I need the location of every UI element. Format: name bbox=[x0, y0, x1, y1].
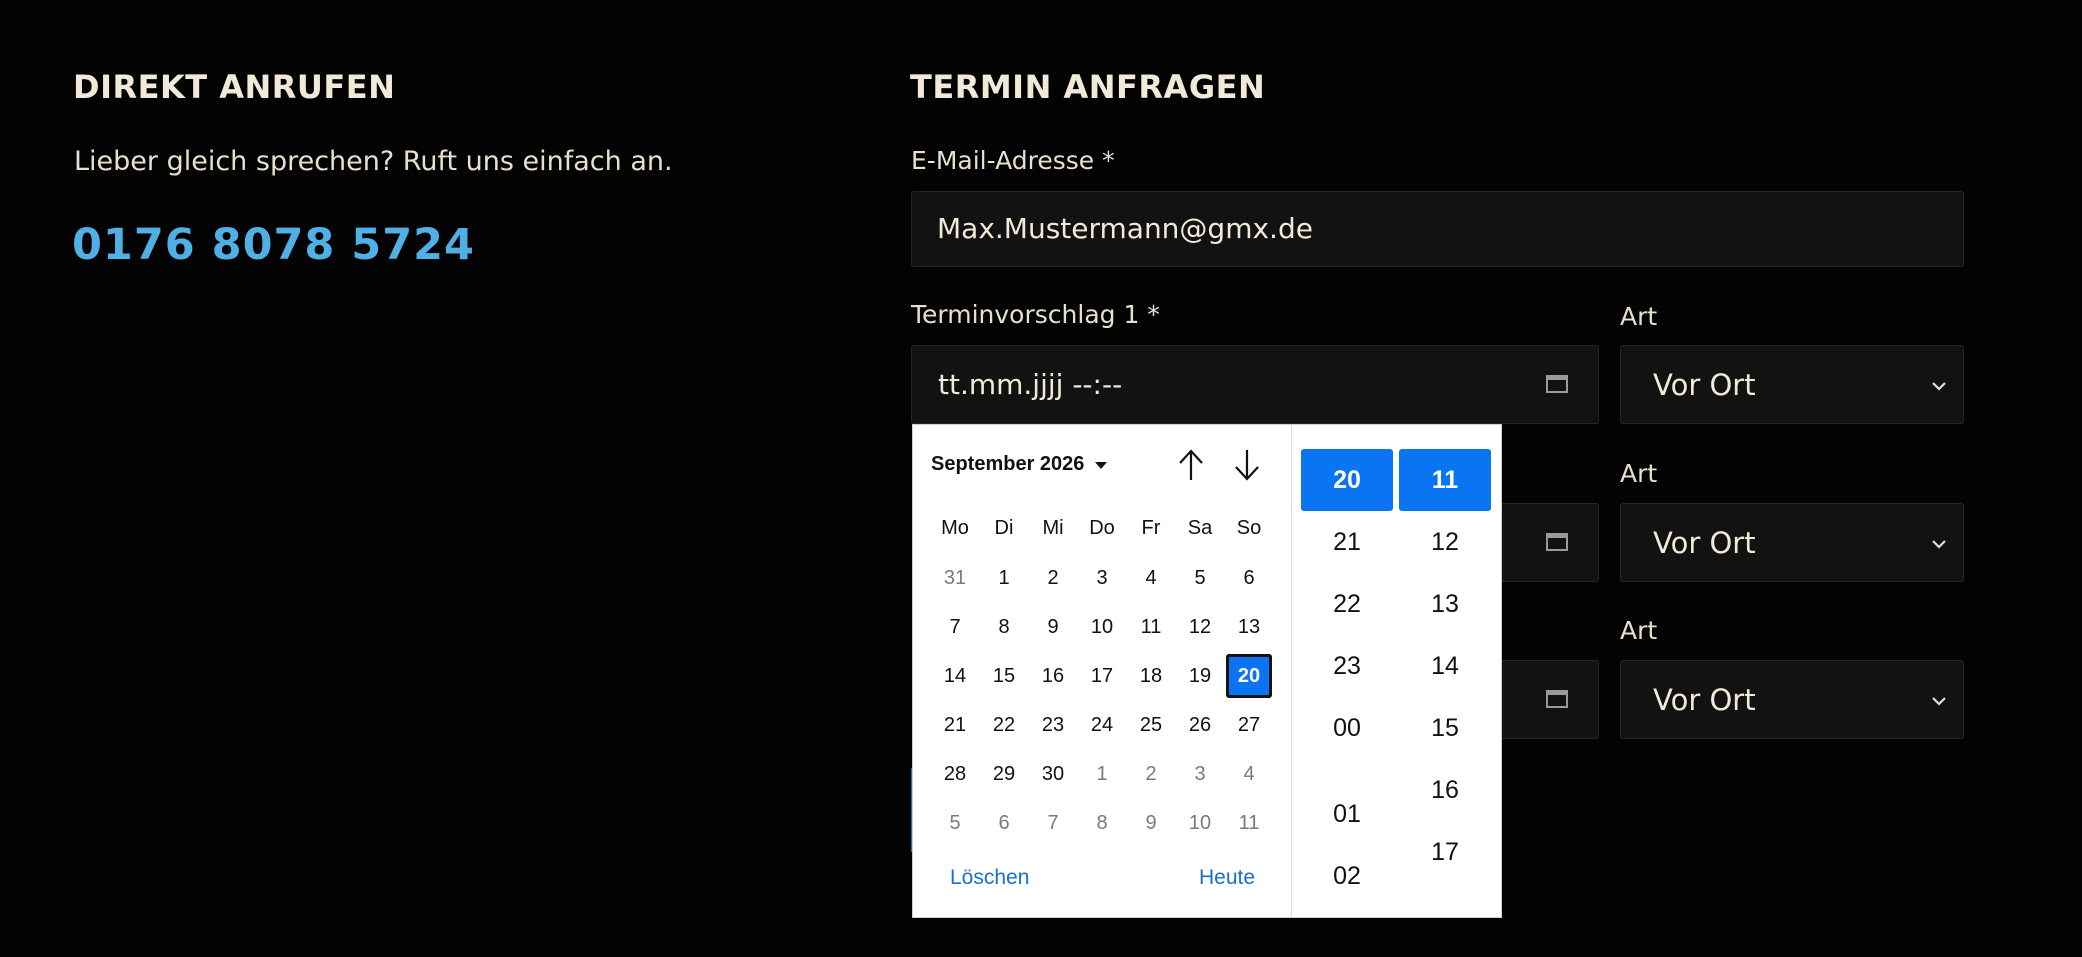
minute-cell-selected[interactable]: 11 bbox=[1399, 449, 1491, 511]
art-select-value: Vor Ort bbox=[1653, 683, 1756, 717]
call-heading: DIREKT ANRUFEN bbox=[73, 68, 396, 106]
day-cell[interactable]: 10 bbox=[1079, 605, 1125, 649]
art-select-3[interactable]: Vor Ort bbox=[1620, 660, 1964, 739]
minute-column[interactable]: 11 12 13 14 15 16 17 bbox=[1399, 449, 1491, 909]
art-label-1: Art bbox=[1620, 302, 1658, 331]
caret-down-icon bbox=[1094, 461, 1107, 469]
weekday-label: Mi bbox=[1042, 517, 1064, 539]
email-label: E-Mail-Adresse * bbox=[911, 146, 1115, 175]
day-cell[interactable]: 17 bbox=[1079, 654, 1125, 698]
month-year-label: September 2026 bbox=[931, 453, 1085, 475]
weekday-label: Di bbox=[994, 517, 1014, 539]
email-field[interactable]: Max.Mustermann@gmx.de bbox=[911, 191, 1964, 267]
arrow-up-icon[interactable] bbox=[1176, 448, 1206, 482]
email-value: Max.Mustermann@gmx.de bbox=[937, 212, 1313, 245]
day-cell[interactable]: 5 bbox=[932, 801, 978, 845]
hour-cell[interactable]: 01 bbox=[1301, 783, 1393, 845]
day-cell[interactable]: 22 bbox=[981, 703, 1027, 747]
day-cell[interactable]: 12 bbox=[1177, 605, 1223, 649]
day-cell[interactable]: 1 bbox=[1079, 752, 1125, 796]
day-cell[interactable]: 31 bbox=[932, 556, 978, 600]
art-label-3: Art bbox=[1620, 616, 1658, 645]
day-cell[interactable]: 26 bbox=[1177, 703, 1223, 747]
art-select-value: Vor Ort bbox=[1653, 526, 1756, 560]
day-cell[interactable]: 5 bbox=[1177, 556, 1223, 600]
proposal1-placeholder: tt.mm.jjjj --:-- bbox=[938, 368, 1123, 401]
day-cell[interactable]: 27 bbox=[1226, 703, 1272, 747]
calendar-icon[interactable] bbox=[1546, 531, 1568, 551]
art-select-2[interactable]: Vor Ort bbox=[1620, 503, 1964, 582]
art-select-1[interactable]: Vor Ort bbox=[1620, 345, 1964, 424]
weekday-label: Sa bbox=[1187, 517, 1213, 539]
minute-cell[interactable]: 12 bbox=[1399, 511, 1491, 573]
proposal1-datetime-field[interactable]: tt.mm.jjjj --:-- bbox=[911, 345, 1599, 424]
day-cell[interactable]: 15 bbox=[981, 654, 1027, 698]
day-cell[interactable]: 3 bbox=[1079, 556, 1125, 600]
day-cell[interactable]: 8 bbox=[981, 605, 1027, 649]
chevron-down-icon bbox=[1932, 382, 1946, 391]
hour-cell-selected[interactable]: 20 bbox=[1301, 449, 1393, 511]
day-cell[interactable]: 24 bbox=[1079, 703, 1125, 747]
day-cell[interactable]: 9 bbox=[1030, 605, 1076, 649]
minute-cell[interactable]: 13 bbox=[1399, 573, 1491, 635]
arrow-down-icon[interactable] bbox=[1232, 448, 1262, 482]
hour-column[interactable]: 20 21 22 23 00 01 02 bbox=[1301, 449, 1393, 909]
day-cell-selected[interactable]: 20 bbox=[1226, 654, 1272, 698]
day-cell[interactable]: 2 bbox=[1128, 752, 1174, 796]
day-cell[interactable]: 6 bbox=[981, 801, 1027, 845]
day-cell[interactable]: 11 bbox=[1226, 801, 1272, 845]
phone-link[interactable]: 0176 8078 5724 bbox=[72, 220, 475, 270]
hour-cell[interactable]: 23 bbox=[1301, 635, 1393, 697]
day-cell[interactable]: 4 bbox=[1226, 752, 1272, 796]
day-cell[interactable]: 9 bbox=[1128, 801, 1174, 845]
weekday-label: Fr bbox=[1141, 517, 1161, 539]
day-cell[interactable]: 18 bbox=[1128, 654, 1174, 698]
hour-cell[interactable]: 22 bbox=[1301, 573, 1393, 635]
month-year-button[interactable]: September 2026 bbox=[931, 453, 1107, 481]
chevron-down-icon bbox=[1932, 697, 1946, 706]
hour-cell[interactable]: 00 bbox=[1301, 697, 1393, 759]
day-cell[interactable]: 28 bbox=[932, 752, 978, 796]
day-cell[interactable]: 23 bbox=[1030, 703, 1076, 747]
proposal1-label: Terminvorschlag 1 * bbox=[911, 300, 1160, 329]
day-cell[interactable]: 4 bbox=[1128, 556, 1174, 600]
day-cell[interactable]: 30 bbox=[1030, 752, 1076, 796]
day-cell[interactable]: 8 bbox=[1079, 801, 1125, 845]
minute-cell[interactable]: 15 bbox=[1399, 697, 1491, 759]
datetime-picker: September 2026 Mo Di Mi Do Fr Sa So 31 1… bbox=[912, 424, 1502, 918]
today-button[interactable]: Heute bbox=[1199, 866, 1255, 890]
art-select-value: Vor Ort bbox=[1653, 368, 1756, 402]
day-cell[interactable]: 7 bbox=[1030, 801, 1076, 845]
call-text: Lieber gleich sprechen? Ruft uns einfach… bbox=[74, 146, 673, 177]
day-cell[interactable]: 13 bbox=[1226, 605, 1272, 649]
minute-cell[interactable]: 14 bbox=[1399, 635, 1491, 697]
day-cell[interactable]: 2 bbox=[1030, 556, 1076, 600]
day-cell[interactable]: 10 bbox=[1177, 801, 1223, 845]
art-label-2: Art bbox=[1620, 459, 1658, 488]
minute-cell[interactable]: 17 bbox=[1399, 821, 1491, 883]
hour-cell[interactable]: 02 bbox=[1301, 845, 1393, 907]
weekday-label: So bbox=[1236, 517, 1262, 539]
day-cell[interactable]: 21 bbox=[932, 703, 978, 747]
chevron-down-icon bbox=[1932, 540, 1946, 549]
day-cell[interactable]: 6 bbox=[1226, 556, 1272, 600]
day-cell[interactable]: 7 bbox=[932, 605, 978, 649]
day-cell[interactable]: 3 bbox=[1177, 752, 1223, 796]
weekday-label: Mo bbox=[941, 517, 969, 539]
form-heading: TERMIN ANFRAGEN bbox=[910, 68, 1266, 106]
minute-cell[interactable]: 16 bbox=[1399, 759, 1491, 821]
clear-button[interactable]: Löschen bbox=[950, 866, 1029, 890]
hour-cell[interactable]: 21 bbox=[1301, 511, 1393, 573]
day-cell[interactable]: 25 bbox=[1128, 703, 1174, 747]
calendar-icon[interactable] bbox=[1546, 688, 1568, 708]
day-cell[interactable]: 11 bbox=[1128, 605, 1174, 649]
picker-divider bbox=[1291, 425, 1292, 917]
day-cell[interactable]: 19 bbox=[1177, 654, 1223, 698]
day-cell[interactable]: 29 bbox=[981, 752, 1027, 796]
day-cell[interactable]: 1 bbox=[981, 556, 1027, 600]
day-cell[interactable]: 14 bbox=[932, 654, 978, 698]
calendar-icon[interactable] bbox=[1546, 373, 1568, 393]
day-cell[interactable]: 16 bbox=[1030, 654, 1076, 698]
weekday-label: Do bbox=[1089, 517, 1115, 539]
